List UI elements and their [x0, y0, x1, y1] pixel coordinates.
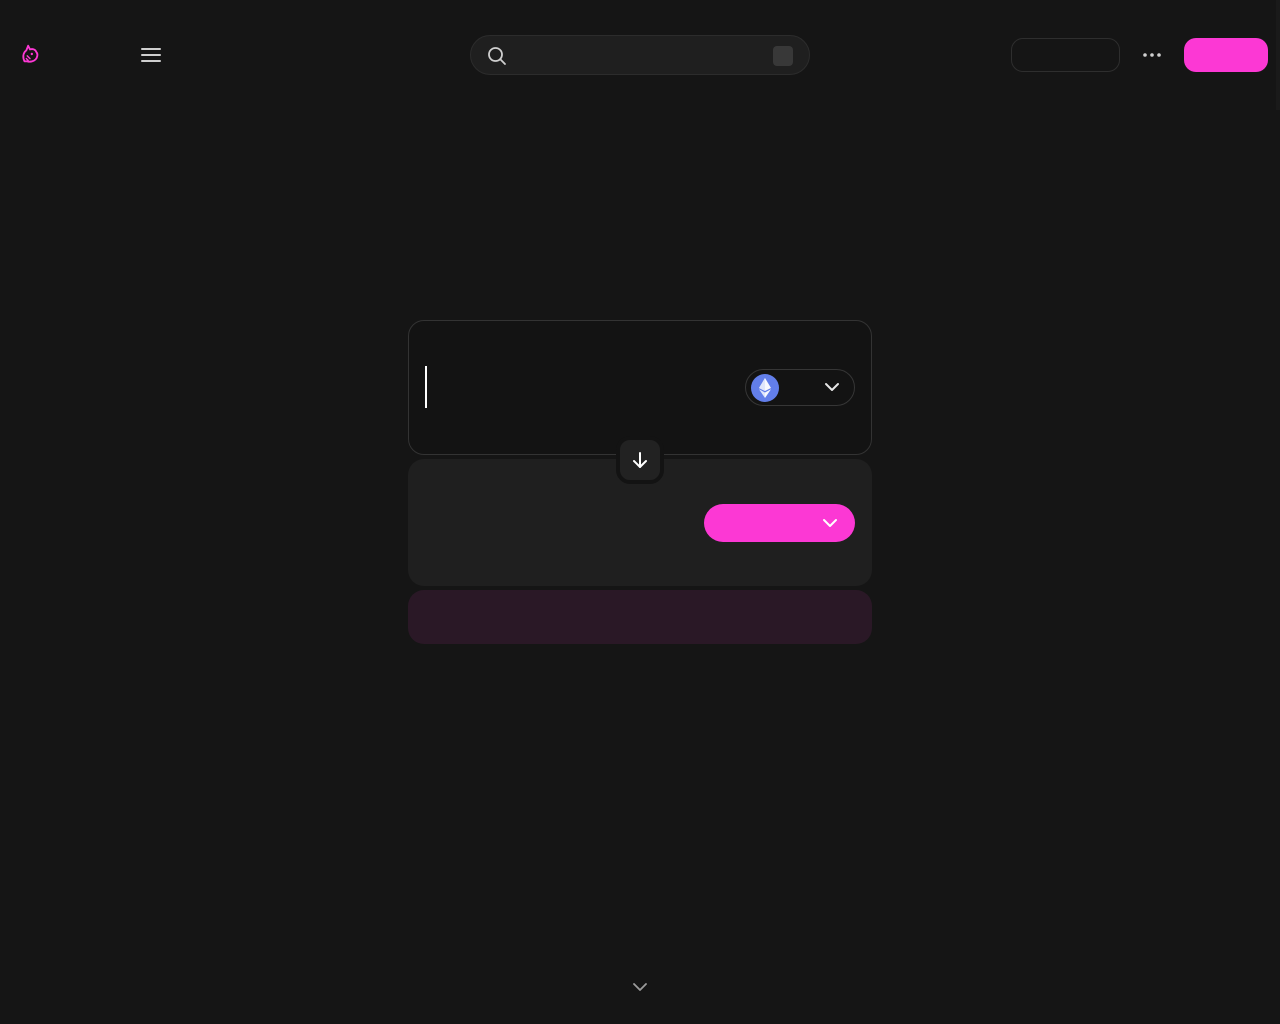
- swap-action-button[interactable]: [408, 590, 872, 644]
- unicorn-icon: [22, 44, 39, 63]
- ethereum-icon: [751, 374, 779, 402]
- more-options-button[interactable]: [1138, 42, 1166, 68]
- sell-token-selector[interactable]: [745, 369, 855, 406]
- connect-wallet-button[interactable]: [1184, 38, 1268, 72]
- search-icon: [488, 47, 506, 65]
- sell-panel: [408, 320, 872, 455]
- sell-amount-input[interactable]: [425, 365, 725, 409]
- top-navigation: [0, 0, 1280, 110]
- search-shortcut-key: [773, 46, 793, 66]
- chevron-down-icon: [823, 519, 837, 527]
- ellipsis-icon: [1143, 53, 1161, 57]
- search-bar[interactable]: [470, 35, 810, 75]
- scroll-down-button[interactable]: [630, 978, 650, 996]
- arrow-down-icon: [633, 452, 647, 468]
- switch-tokens-button[interactable]: [616, 436, 664, 484]
- uniswap-logo-icon[interactable]: [18, 42, 42, 66]
- hamburger-menu-icon: [141, 48, 161, 62]
- buy-select-token-button[interactable]: [704, 504, 855, 542]
- search-input[interactable]: [515, 41, 765, 69]
- chevron-down-icon: [825, 383, 839, 391]
- text-cursor: [425, 366, 427, 408]
- page-scrollbar[interactable]: [1276, 0, 1280, 110]
- get-app-button[interactable]: [1011, 38, 1120, 72]
- chevron-down-icon: [633, 983, 647, 991]
- hamburger-menu-button[interactable]: [138, 43, 164, 67]
- swap-page: [0, 0, 1280, 1024]
